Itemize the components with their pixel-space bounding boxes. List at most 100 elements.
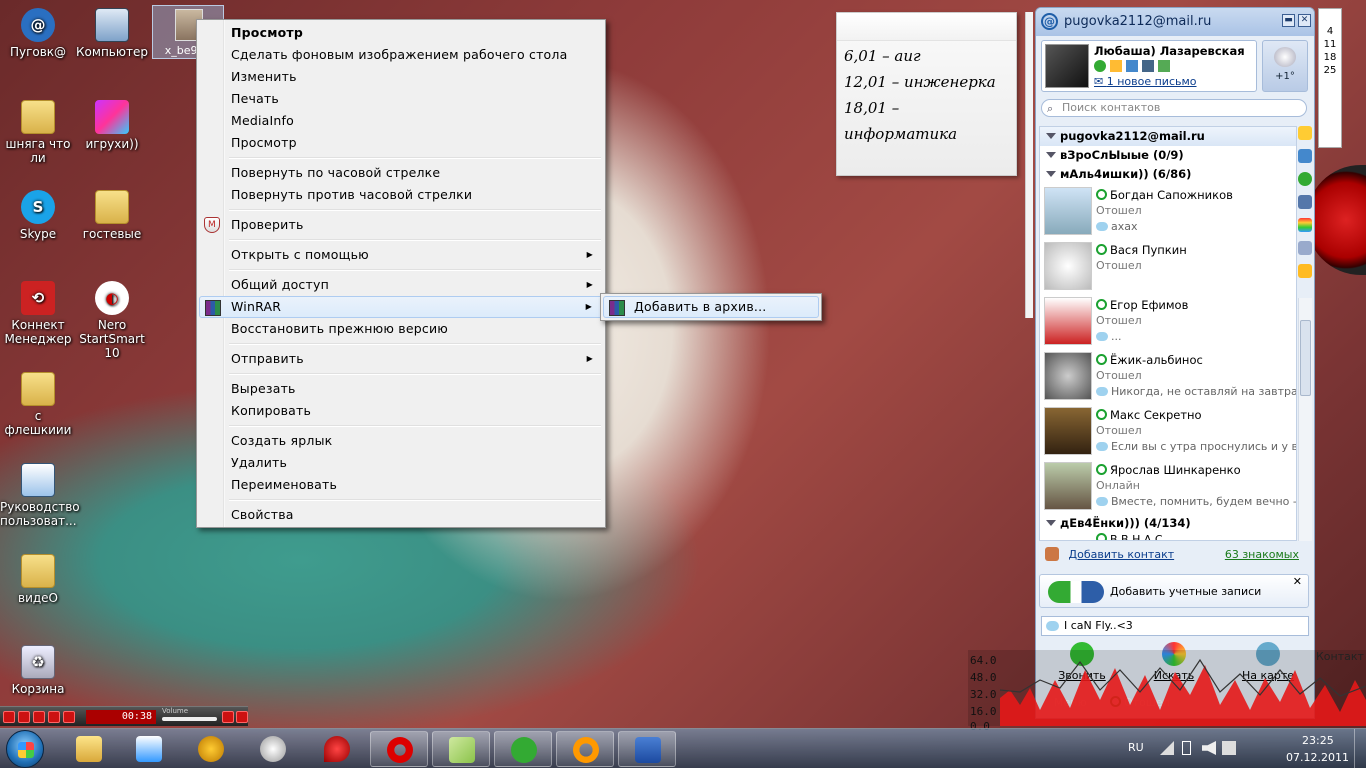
desktop-icon-folder-guest[interactable]: гостевые — [74, 190, 150, 241]
taskbar-opera[interactable] — [370, 731, 428, 767]
start-button[interactable] — [6, 730, 44, 768]
recycle-bin-icon: ♻ — [21, 645, 55, 679]
desktop-icon-video[interactable]: видеО — [0, 554, 76, 605]
next-button[interactable] — [63, 711, 75, 723]
at-icon[interactable] — [1298, 172, 1312, 186]
tray-battery-icon[interactable] — [1182, 741, 1191, 755]
menu-item-delete[interactable]: Удалить — [199, 452, 603, 474]
menu-item-edit[interactable]: Изменить — [199, 66, 603, 88]
minimize-button[interactable]: ▬ — [1282, 14, 1295, 27]
menu-item-restore-previous[interactable]: Восстановить прежнюю версию — [199, 318, 603, 340]
show-desktop-button[interactable] — [1354, 729, 1366, 768]
menu-item-open-with[interactable]: Открыть с помощью ▶ — [199, 244, 603, 266]
close-icon[interactable]: ✕ — [1293, 565, 1302, 599]
menu-item-print[interactable]: Печать — [199, 88, 603, 110]
desktop-icon-nero[interactable]: ◐ Nero StartSmart 10 — [74, 281, 150, 360]
add-contact-link[interactable]: Добавить контакт — [1069, 548, 1175, 561]
menu-item-view[interactable]: Просмотр — [199, 22, 603, 44]
speaker-icon[interactable] — [1298, 195, 1312, 209]
sticky-note[interactable]: 6,01 – аиг 12,01 – инженерка 18,01 – инф… — [836, 12, 1017, 176]
group-adults[interactable]: вЗроСлЫыые (0/9) — [1040, 146, 1296, 165]
acquaintances-link[interactable]: 63 знакомых — [1225, 543, 1299, 567]
desktop-icon-recycle-bin[interactable]: ♻ Корзина — [0, 645, 76, 696]
desktop-icon-folder-shnyaga[interactable]: шняга что ли — [0, 100, 76, 165]
menu-item-mediainfo[interactable]: MediaInfo — [199, 110, 603, 132]
taskbar-media-player[interactable] — [120, 731, 178, 767]
mail-icon[interactable] — [1298, 149, 1312, 163]
tray-flag-icon[interactable] — [1222, 741, 1236, 755]
taskbar-utorrent[interactable] — [494, 731, 552, 767]
close-button[interactable]: ✕ — [1298, 14, 1311, 27]
new-mail-link[interactable]: ✉ 1 новое письмо — [1094, 75, 1197, 88]
weather-widget[interactable]: +1° — [1262, 40, 1308, 92]
contact-search-input[interactable]: ⌕ Поиск контактов — [1041, 99, 1307, 117]
menu-item-rename[interactable]: Переименовать — [199, 474, 603, 496]
list-item[interactable]: Егор Ефимов Отошел ... — [1040, 294, 1296, 349]
list-item[interactable]: Вася Пупкин Отошел — [1040, 239, 1296, 294]
rainbow-icon[interactable] — [1298, 218, 1312, 232]
contact-message: Вместе, помнить, будем вечно - быт — [1111, 495, 1297, 508]
menu-item-set-wallpaper[interactable]: Сделать фоновым изображением рабочего ст… — [199, 44, 603, 66]
desktop-icon-manual[interactable]: Руководство пользоват... — [0, 463, 80, 528]
prev-button[interactable] — [3, 711, 15, 723]
list-item[interactable]: В.В.Н.А.С — [1040, 533, 1296, 540]
menu-item-properties[interactable]: Свойства — [199, 504, 603, 526]
menu-item-cut[interactable]: Вырезать — [199, 378, 603, 400]
tray-time[interactable]: 23:25 — [1302, 734, 1334, 747]
taskbar-explorer[interactable] — [60, 731, 118, 767]
calendar-gadget[interactable]: 4 11 18 25 — [1318, 8, 1342, 148]
taskbar-pin-app[interactable] — [308, 731, 366, 767]
menu-item-share[interactable]: Общий доступ ▶ — [199, 274, 603, 296]
menu-item-copy[interactable]: Копировать — [199, 400, 603, 422]
menu-item-view-2[interactable]: Просмотр — [199, 132, 603, 154]
menu-item-create-shortcut[interactable]: Создать ярлык — [199, 430, 603, 452]
menu-item-send-to[interactable]: Отправить ▶ — [199, 348, 603, 370]
desktop-icon-games[interactable]: игрухи)) — [74, 100, 150, 151]
group-boys[interactable]: мАль4ишки)) (6/86) — [1040, 165, 1296, 184]
desktop-icon-folder-flash[interactable]: с флешкиии — [0, 372, 76, 437]
contact-avatar — [1044, 187, 1092, 235]
language-indicator[interactable]: RU — [1128, 741, 1144, 754]
list-item[interactable]: Ёжик-альбинос Отошел Никогда, не оставля… — [1040, 349, 1296, 404]
volume-slider[interactable] — [162, 717, 217, 721]
add-accounts-panel[interactable]: Добавить учетные записи ✕ — [1039, 574, 1309, 608]
desktop-icon-agent[interactable]: @ Пуговк@ — [0, 8, 76, 59]
taskbar-clock-app[interactable] — [244, 731, 302, 767]
user-profile-panel[interactable]: Любаша) Лазаревская ✉ 1 новое письмо — [1041, 40, 1257, 92]
menu-item-add-to-archive[interactable]: Добавить в архив... — [603, 296, 819, 318]
agent-title-bar[interactable]: @ pugovka2112@mail.ru ▬ ✕ — [1036, 8, 1314, 36]
menu-item-rotate-cw[interactable]: Повернуть по часовой стрелке — [199, 162, 603, 184]
list-item[interactable]: Макс Секретно Отошел Если вы с утра прос… — [1040, 404, 1296, 459]
tray-date[interactable]: 07.12.2011 — [1286, 751, 1349, 764]
sms-icon[interactable] — [1298, 126, 1312, 140]
play-button[interactable] — [18, 711, 30, 723]
status-message-input[interactable]: I caN Fly..<3 — [1041, 616, 1309, 636]
pause-button[interactable] — [33, 711, 45, 723]
list-item[interactable]: Богдан Сапожников Отошел ахах — [1040, 184, 1296, 239]
menu-item-scan[interactable]: M Проверить — [199, 214, 603, 236]
graph-axis-label: 64.0 — [970, 654, 997, 667]
taskbar-sticky-notes[interactable] — [432, 731, 490, 767]
folder-icon[interactable] — [1298, 264, 1312, 278]
taskbar-word[interactable] — [618, 731, 676, 767]
desktop-icon-skype[interactable]: S Skype — [0, 190, 76, 241]
menu-item-rotate-ccw[interactable]: Повернуть против часовой стрелки — [199, 184, 603, 206]
scrollbar-thumb[interactable] — [1300, 320, 1311, 396]
taskbar-aimp[interactable] — [182, 731, 240, 767]
desktop-icon-computer[interactable]: Компьютер — [74, 8, 150, 59]
close-player-button[interactable] — [236, 711, 248, 723]
stop-button[interactable] — [48, 711, 60, 723]
group-account[interactable]: pugovka2112@mail.ru — [1040, 127, 1296, 146]
antivirus-shield-icon: M — [204, 217, 220, 233]
group-girls[interactable]: дЕв4Ёнки))) (4/134) — [1040, 514, 1296, 533]
menu-item-winrar[interactable]: WinRAR ▶ — [199, 296, 603, 318]
taskbar-mail-agent[interactable] — [556, 731, 614, 767]
desktop-icon-connect-manager[interactable]: ⟲ Коннект Менеджер — [0, 281, 76, 346]
contact-list-scrollbar[interactable] — [1298, 298, 1312, 541]
eject-button[interactable] — [222, 711, 234, 723]
list-item[interactable]: Ярослав Шинкаренко Онлайн Вместе, помнит… — [1040, 459, 1296, 514]
tray-volume-icon[interactable] — [1202, 741, 1216, 755]
skype-icon: S — [21, 190, 55, 224]
puzzle-icon[interactable] — [1298, 241, 1312, 255]
tray-network-icon[interactable] — [1160, 741, 1174, 755]
